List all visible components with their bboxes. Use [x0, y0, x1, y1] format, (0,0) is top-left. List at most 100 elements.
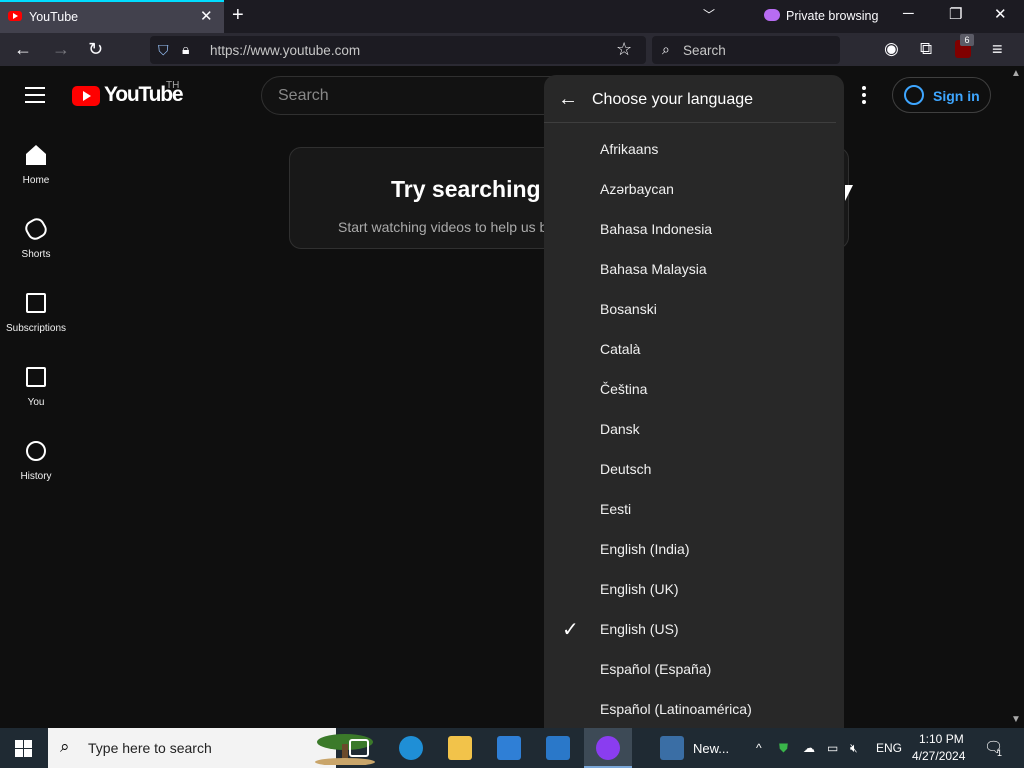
- restore-button[interactable]: ❐: [949, 5, 962, 23]
- guide-item-home[interactable]: Home: [0, 145, 72, 215]
- language-menu: ← Choose your language Afrikaans Azərbayc…: [544, 75, 844, 728]
- browser-nav-bar: ← → ↻ ⛉ 🔒︎ https://www.youtube.com ☆ ⌕ S…: [0, 33, 1024, 66]
- volume-muted-icon[interactable]: 🔇︎: [850, 741, 858, 756]
- language-option[interactable]: Català: [544, 331, 844, 371]
- back-arrow-icon[interactable]: ←: [558, 88, 578, 111]
- language-option[interactable]: Afrikaans: [544, 131, 844, 171]
- browser-search-field[interactable]: ⌕ Search: [652, 36, 840, 64]
- firefox-private-taskbar-button[interactable]: [584, 728, 632, 768]
- private-browsing-mask-icon: [764, 9, 780, 21]
- language-option-label: Afrikaans: [600, 141, 659, 157]
- language-option-label: Bosanski: [600, 301, 657, 317]
- tab-close-icon[interactable]: ✕: [200, 7, 213, 25]
- language-option-label: English (UK): [600, 581, 679, 597]
- browser-tab-bar: YouTube ✕ + ﹀ Private browsing ─ ❐ ✕: [0, 0, 1024, 33]
- extensions-icon[interactable]: ⧉: [920, 39, 932, 59]
- guide-item-you[interactable]: You: [0, 367, 72, 437]
- news-icon[interactable]: [660, 736, 684, 760]
- home-icon: [26, 145, 46, 165]
- account-icon[interactable]: ◉: [884, 39, 899, 59]
- task-view-icon[interactable]: [349, 739, 369, 757]
- reload-icon[interactable]: ↻: [88, 39, 103, 60]
- microsoft-store-icon[interactable]: [497, 736, 521, 760]
- guide-item-subscriptions[interactable]: Subscriptions: [0, 293, 72, 363]
- minimize-button[interactable]: ─: [903, 5, 914, 22]
- input-language[interactable]: ENG: [876, 741, 902, 755]
- clock-date[interactable]: 4/27/2024: [912, 749, 965, 763]
- divider: [544, 122, 836, 123]
- new-tab-button[interactable]: +: [232, 4, 244, 27]
- language-option[interactable]: Eesti: [544, 491, 844, 531]
- youtube-search-placeholder: Search: [278, 87, 329, 104]
- mouse-cursor-icon: [845, 185, 853, 201]
- language-option[interactable]: Español (Latinoamérica): [544, 691, 844, 728]
- news-label[interactable]: New...: [693, 741, 729, 756]
- show-hidden-icons-chevron-icon[interactable]: ^: [756, 741, 762, 755]
- back-arrow-icon[interactable]: ←: [14, 39, 32, 60]
- window-close-button[interactable]: ✕: [994, 5, 1007, 23]
- forward-arrow-icon[interactable]: →: [52, 39, 70, 60]
- firefox-private-icon: [596, 736, 620, 760]
- taskbar-search-input[interactable]: ⌕ Type here to search: [48, 728, 375, 768]
- history-icon: [26, 441, 46, 461]
- language-option[interactable]: Dansk: [544, 411, 844, 451]
- security-shield-icon[interactable]: ⛊: [779, 741, 788, 756]
- language-option[interactable]: Čeština: [544, 371, 844, 411]
- guide-item-shorts[interactable]: Shorts: [0, 215, 72, 289]
- guide-item-history[interactable]: History: [0, 441, 72, 511]
- you-icon: [26, 367, 46, 387]
- language-option[interactable]: Español (España): [544, 651, 844, 691]
- notification-count: 1: [997, 748, 1003, 758]
- app-menu-icon[interactable]: ≡: [992, 39, 1003, 60]
- language-option-label: Català: [600, 341, 641, 357]
- language-option-label: Eesti: [600, 501, 632, 517]
- cloud-icon[interactable]: ☁: [803, 741, 815, 755]
- subscriptions-icon: [26, 293, 46, 313]
- promo-title: Try searching t: [391, 176, 555, 202]
- edge-icon[interactable]: [399, 736, 423, 760]
- bookmark-star-icon[interactable]: ☆: [616, 39, 632, 60]
- browser-search-placeholder: Search: [683, 43, 726, 58]
- tab-youtube[interactable]: YouTube ✕: [0, 0, 224, 33]
- tracking-shield-icon[interactable]: ⛉: [158, 42, 169, 59]
- language-option-label: Español (Latinoamérica): [600, 701, 752, 717]
- mail-icon[interactable]: [546, 736, 570, 760]
- language-option-label: English (US): [600, 621, 679, 637]
- language-option-label: Bahasa Malaysia: [600, 261, 707, 277]
- more-options-icon[interactable]: [862, 86, 866, 104]
- language-option[interactable]: Bahasa Malaysia: [544, 251, 844, 291]
- language-option[interactable]: ✓ English (US): [544, 611, 844, 651]
- youtube-search-input[interactable]: Search: [261, 76, 561, 115]
- taskbar-search-placeholder: Type here to search: [88, 740, 212, 756]
- network-icon[interactable]: ▭: [827, 741, 838, 755]
- search-icon: ⌕: [60, 737, 70, 756]
- language-option-label: Dansk: [600, 421, 640, 437]
- language-option[interactable]: Azərbaycan: [544, 171, 844, 211]
- tab-list-chevron-icon[interactable]: ﹀: [703, 6, 715, 23]
- language-option[interactable]: English (India): [544, 531, 844, 571]
- extension-badge-count: 6: [960, 34, 974, 46]
- file-explorer-icon[interactable]: [448, 736, 472, 760]
- clock-time[interactable]: 1:10 PM: [919, 732, 964, 746]
- promo-subtitle: Start watching videos to help us b: [338, 219, 548, 235]
- url-bar[interactable]: ⛉ 🔒︎ https://www.youtube.com ☆: [150, 36, 646, 64]
- sign-in-button[interactable]: Sign in: [892, 77, 991, 113]
- language-option[interactable]: Deutsch: [544, 451, 844, 491]
- language-option[interactable]: Bosanski: [544, 291, 844, 331]
- lock-icon[interactable]: 🔒︎: [182, 41, 189, 58]
- scroll-down-arrow-icon[interactable]: ▼: [1011, 714, 1021, 725]
- youtube-logo-icon[interactable]: [72, 86, 100, 106]
- start-button[interactable]: [15, 740, 32, 757]
- language-option[interactable]: English (UK): [544, 571, 844, 611]
- shorts-icon: [22, 215, 50, 243]
- language-option[interactable]: Bahasa Indonesia: [544, 211, 844, 251]
- guide-label: Home: [22, 175, 50, 186]
- country-code: TH: [166, 80, 180, 91]
- guide-menu-icon[interactable]: [25, 87, 45, 103]
- guide-label: Subscriptions: [5, 323, 67, 334]
- user-avatar-icon: [904, 85, 924, 105]
- url-text[interactable]: https://www.youtube.com: [210, 43, 360, 58]
- scroll-up-arrow-icon[interactable]: ▲: [1011, 68, 1021, 79]
- guide-label: History: [20, 471, 52, 482]
- guide-label: Shorts: [21, 249, 51, 260]
